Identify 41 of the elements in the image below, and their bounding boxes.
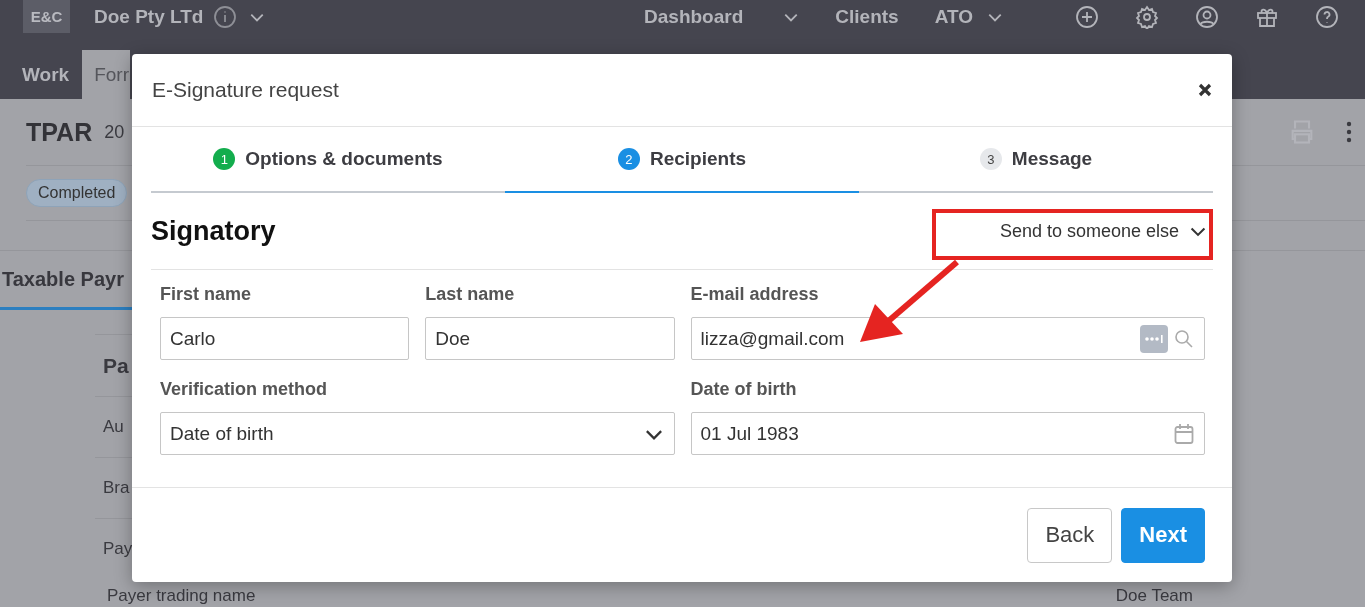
- info-icon[interactable]: [213, 4, 238, 29]
- field-label: Last name: [425, 284, 516, 305]
- input-field[interactable]: Carlo: [160, 317, 410, 360]
- nav-tab[interactable]: Work: [0, 50, 83, 100]
- row-label: Au: [103, 417, 124, 437]
- more-icon[interactable]: [1346, 120, 1352, 144]
- section-heading: Pa: [103, 353, 129, 378]
- step-tab[interactable]: 3 Message: [859, 127, 1213, 193]
- help-icon[interactable]: [1315, 4, 1339, 29]
- field-label: Verification method: [160, 379, 329, 400]
- status-badge: Completed: [26, 179, 128, 207]
- step-number: 2: [617, 148, 640, 170]
- nav-link[interactable]: Clients: [835, 5, 899, 28]
- add-icon[interactable]: [1075, 4, 1099, 29]
- page-title: TPAR: [26, 117, 93, 147]
- settings-icon[interactable]: [1135, 4, 1159, 29]
- nav-link[interactable]: Dashboard: [644, 5, 744, 28]
- step-tab[interactable]: 2 Recipients: [505, 127, 859, 193]
- close-button[interactable]: [1198, 83, 1212, 97]
- field-label: E-mail address: [690, 284, 820, 305]
- select-field[interactable]: Date of birth: [160, 412, 675, 455]
- company-name[interactable]: Doe Pty LTd: [94, 5, 204, 28]
- page-year: 20: [104, 121, 125, 143]
- field-label: Date of birth: [690, 379, 798, 400]
- step-number: 3: [979, 148, 1002, 170]
- user-icon[interactable]: [1195, 4, 1219, 29]
- field-label: First name: [160, 284, 253, 305]
- nav-link[interactable]: ATO: [934, 5, 973, 28]
- row-label: Payer trading name: [107, 586, 256, 606]
- row-value: Doe Team: [1115, 586, 1193, 606]
- step-number: 1: [213, 148, 236, 170]
- send-option-dropdown[interactable]: Send to someone else: [999, 220, 1213, 242]
- dialog-title: E-Signature request: [152, 78, 339, 102]
- section-title: Signatory: [151, 215, 276, 247]
- row-label: Bra: [103, 478, 130, 498]
- date-field[interactable]: 01 Jul 1983: [690, 412, 1205, 455]
- input-field[interactable]: Doe: [425, 317, 675, 360]
- row-label: Pay: [103, 539, 132, 559]
- step-tab[interactable]: 1 Options & documents: [151, 127, 505, 193]
- back-button[interactable]: Back: [1027, 507, 1113, 563]
- close-icon: [1198, 83, 1212, 97]
